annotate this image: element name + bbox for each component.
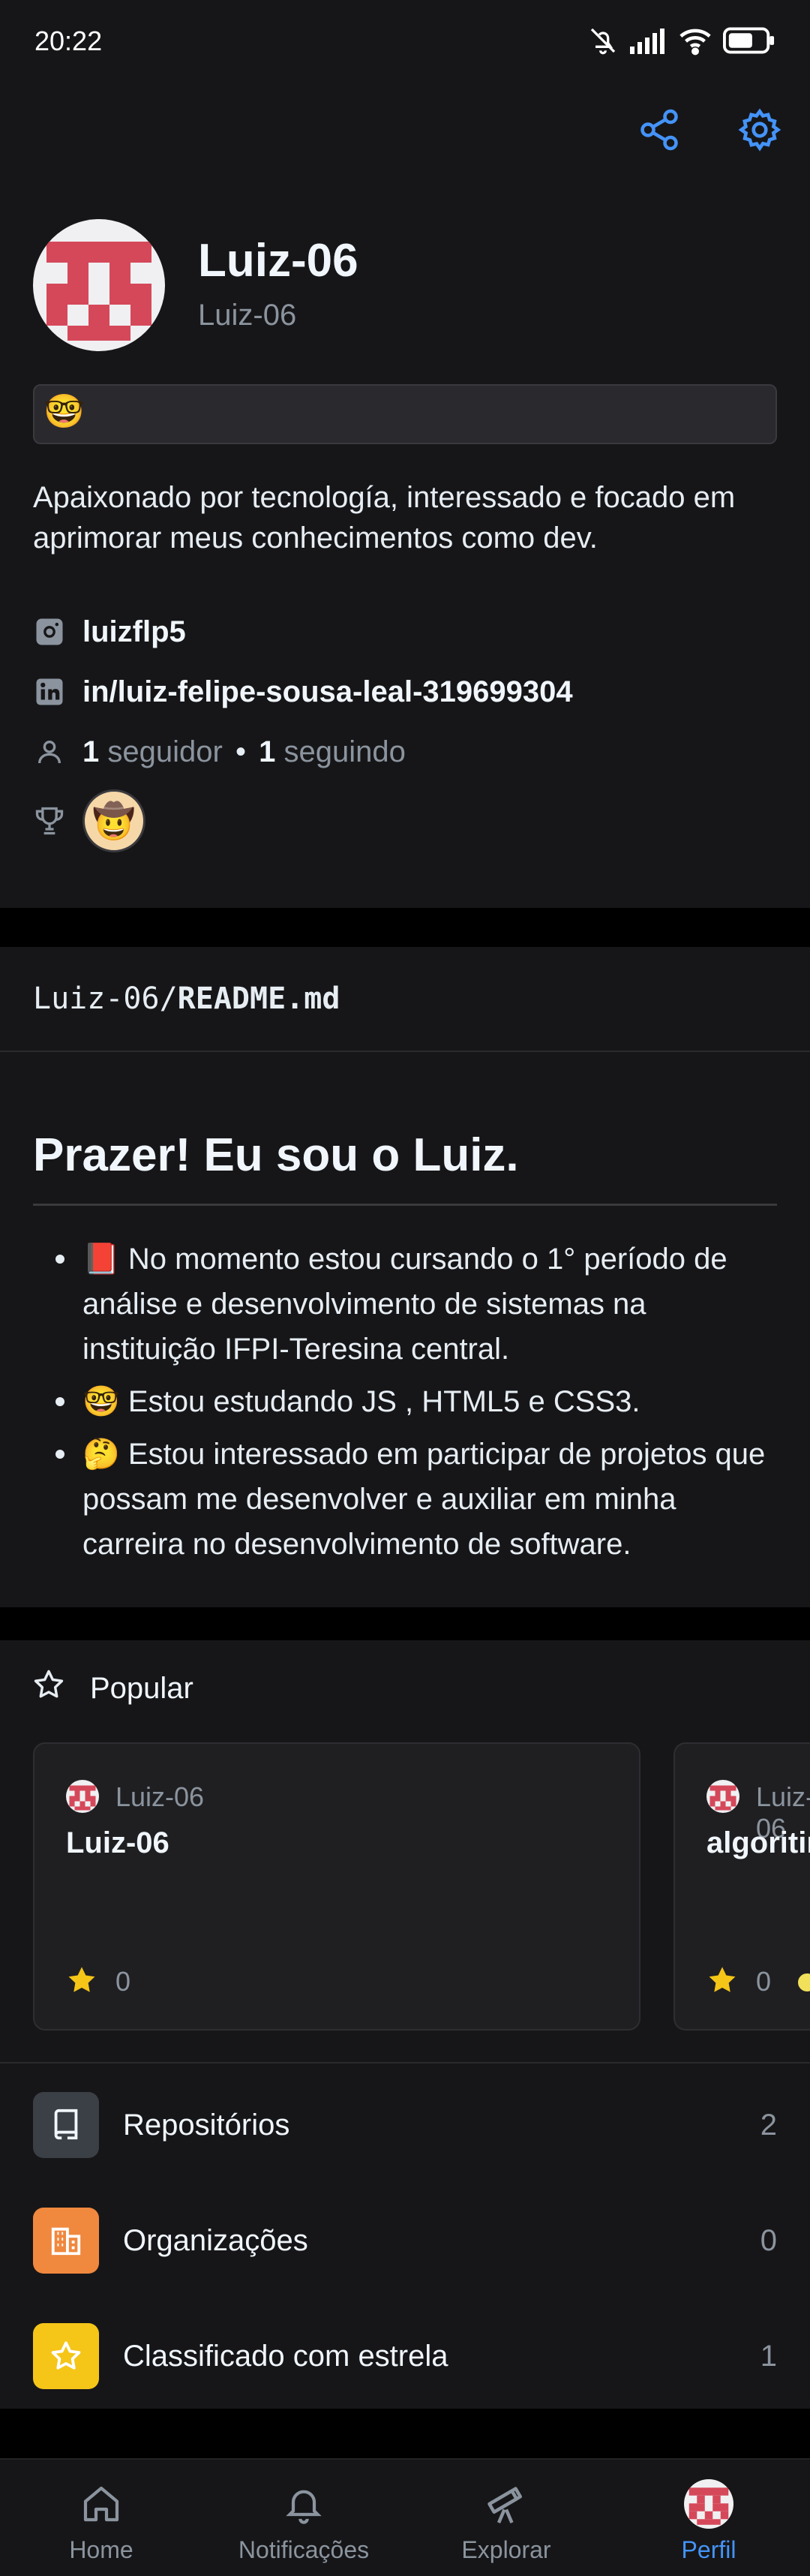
status-time: 20:22 [34,26,103,56]
repo-name: algoritimos [706,1826,810,1859]
divider [0,2062,810,2064]
status-icons [588,24,776,57]
profile-bio: Apaixonado por tecnología, interessado e… [33,481,736,555]
follow-separator: • [235,735,246,768]
status-emoji: 🤓 [44,393,85,430]
repo-icon [33,2092,99,2158]
battery-icon [723,27,775,54]
star-count: 0 [116,1966,131,1997]
mute-icon [590,28,616,55]
divider [0,1051,810,1052]
repo-card[interactable]: Luiz-06 algoritimos 0 [674,1742,810,2030]
nav-notifications[interactable]: Notificações [202,2460,405,2576]
achievement-badge[interactable]: 🤠 [82,789,146,852]
star-icon [705,1963,740,1997]
menu-count: 2 [760,2109,777,2142]
share-icon [640,109,678,151]
instagram-handle: luizflp5 [82,615,186,648]
nav-label: Explorar [461,2536,551,2563]
popular-section: Popular Luiz-06 Luiz-06 0 Luiz-06 algori… [0,1640,810,2409]
menu-label: Classificado com estrela [123,2340,448,2373]
star-outline-icon [32,1667,66,1702]
followers-count: 1 [82,735,100,768]
identicon [46,242,152,341]
profile-login: Luiz-06 [198,299,297,332]
bottom-navigation: Home Notificações Explorar Perfil [0,2458,810,2576]
menu-count: 1 [760,2340,777,2373]
menu-label: Organizações [123,2224,308,2257]
linkedin-handle: in/luiz-felipe-sousa-leal-319699304 [82,675,573,708]
linkedin-icon [33,675,66,708]
readme-item: 🤔 Estou interessado em participar de pro… [52,1432,780,1567]
nav-label: Perfil [681,2536,736,2563]
followers-row[interactable]: 1 seguidor • 1 seguindo [33,729,406,774]
menu-repositories[interactable]: Repositórios 2 [0,2070,810,2182]
status-bar: 20:22 [0,0,810,83]
readme-item: 📕 No momento estou cursando o 1° período… [52,1237,780,1372]
nav-label: Home [69,2536,134,2563]
gear-icon [738,108,782,152]
wifi-icon [680,29,711,56]
repo-owner: Luiz-06 [116,1781,205,1812]
avatar [679,2479,739,2529]
readme-heading: Prazer! Eu sou o Luiz. [33,1129,519,1181]
readme-list: 📕 No momento estou cursando o 1° período… [52,1237,780,1574]
bell-icon [274,2479,334,2529]
menu-label: Repositórios [123,2109,290,2142]
nav-label: Notificações [238,2536,370,2563]
followers-label: seguidor [107,735,223,768]
heading-rule [33,1204,777,1206]
owner-avatar [706,1780,740,1813]
organization-icon [33,2208,99,2274]
settings-button[interactable] [734,104,786,156]
readme-section: Luiz-06/README.md Prazer! Eu sou o Luiz.… [0,947,810,1607]
trophy-icon [33,804,66,837]
menu-starred[interactable]: Classificado com estrela 1 [0,2301,810,2413]
star-count: 0 [756,1966,772,1997]
owner-avatar [66,1780,99,1813]
language-dot [798,1973,810,1991]
readme-path[interactable]: Luiz-06/README.md [33,981,340,1016]
instagram-link[interactable]: luizflp5 [33,609,186,654]
home-icon [71,2479,131,2529]
star-icon [33,2323,99,2389]
repo-name: Luiz-06 [66,1826,170,1859]
person-icon [33,735,66,768]
profile-name: Luiz-06 [198,235,358,287]
readme-item: 🤓 Estou estudando JS , HTML5 e CSS3. [52,1379,780,1424]
linkedin-link[interactable]: in/luiz-felipe-sousa-leal-319699304 [33,669,573,714]
popular-title: Popular [90,1672,194,1705]
share-button[interactable] [633,104,686,156]
avatar[interactable] [33,219,165,351]
readme-file: README.md [177,981,340,1016]
menu-count: 0 [760,2224,777,2257]
readme-owner: Luiz-06/ [33,981,178,1016]
following-label: seguindo [284,735,406,768]
following-count: 1 [259,735,276,768]
nav-profile[interactable]: Perfil [608,2460,810,2576]
user-status[interactable]: 🤓 [33,384,777,444]
menu-organizations[interactable]: Organizações 0 [0,2185,810,2298]
star-icon [64,1963,99,1997]
nav-explore[interactable]: Explorar [405,2460,608,2576]
nav-home[interactable]: Home [0,2460,202,2576]
instagram-icon [33,615,66,648]
telescope-icon [476,2479,536,2529]
repo-card[interactable]: Luiz-06 Luiz-06 0 [33,1742,640,2030]
signal-icon [630,29,664,54]
